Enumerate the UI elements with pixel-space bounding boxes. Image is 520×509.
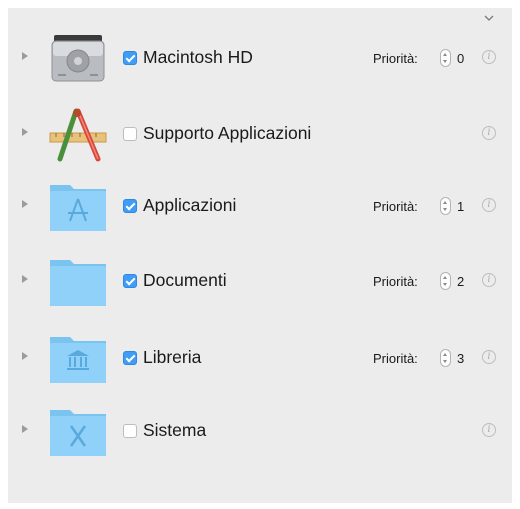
priority-stepper[interactable] [440,349,451,367]
chevron-down-icon[interactable] [483,14,495,22]
disclosure-triangle-icon[interactable] [22,52,28,60]
hard-drive-icon [51,35,105,82]
include-checkbox[interactable] [123,199,137,213]
priority-value: 2 [457,274,465,289]
include-checkbox[interactable] [123,351,137,365]
info-icon[interactable]: i [482,50,496,64]
priority-stepper[interactable] [440,272,451,290]
info-icon[interactable]: i [482,198,496,212]
priority-stepper[interactable] [440,49,451,67]
priority-label: Priorità: [373,199,418,214]
item-label: Applicazioni [143,195,237,215]
list-item-supporto-applicazioni[interactable]: Supporto Applicazioni i [8,106,512,166]
item-label: Supporto Applicazioni [143,123,312,143]
disclosure-triangle-icon[interactable] [22,425,28,433]
library-folder-icon [50,337,106,383]
priority-label: Priorità: [373,274,418,289]
disclosure-triangle-icon[interactable] [22,200,28,208]
include-checkbox[interactable] [123,424,137,438]
priority-label: Priorità: [373,51,418,66]
priority-stepper[interactable] [440,197,451,215]
disclosure-triangle-icon[interactable] [22,128,28,136]
include-checkbox[interactable] [123,127,137,141]
item-label: Documenti [143,270,227,290]
list-item-libreria[interactable]: Libreria Priorità: 3 i [8,330,512,390]
priority-value: 1 [457,199,465,214]
include-checkbox[interactable] [123,51,137,65]
list-item-documenti[interactable]: Documenti Priorità: 2 i [8,253,512,313]
include-checkbox[interactable] [123,274,137,288]
developer-tools-icon [49,108,107,162]
documents-folder-icon [50,260,106,306]
item-label: Libreria [143,347,202,367]
applications-folder-icon [50,185,106,231]
info-icon[interactable]: i [482,273,496,287]
disclosure-triangle-icon[interactable] [22,352,28,360]
priority-value: 0 [457,51,465,66]
info-icon[interactable]: i [482,350,496,364]
info-icon[interactable]: i [482,423,496,437]
disclosure-triangle-icon[interactable] [22,275,28,283]
priority-value: 3 [457,351,465,366]
info-icon[interactable]: i [482,126,496,140]
system-folder-icon [50,410,106,456]
list-item-sistema[interactable]: Sistema i [8,403,512,463]
priority-label: Priorità: [373,351,418,366]
item-label: Sistema [143,420,207,440]
list-item-applicazioni[interactable]: Applicazioni Priorità: 1 i [8,178,512,238]
list-item-macintosh-hd[interactable]: Macintosh HD Priorità: 0 i [8,30,512,90]
item-label: Macintosh HD [143,47,253,67]
folder-priority-list: Macintosh HD Priorità: 0 i Supporto Appl… [8,8,512,503]
